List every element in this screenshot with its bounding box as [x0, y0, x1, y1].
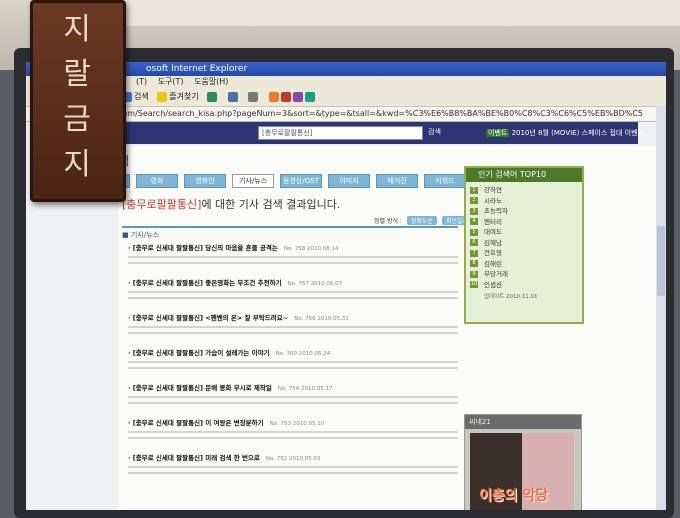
category-label: ■ 기사/뉴스: [122, 226, 458, 240]
ad-header: 씨네21: [465, 415, 581, 429]
article-snippet: [128, 255, 458, 267]
panel-title: 인기 검색어 TOP10: [466, 168, 582, 182]
article-snippet: [128, 430, 458, 442]
favorites-toolbar-button[interactable]: 즐겨찾기: [157, 88, 199, 106]
ranking-item[interactable]: 2 시라노: [470, 196, 578, 207]
page-content: 색 영화 영화인 기사/뉴스 동영상/OST 이미지 매거진 키워드 [충무로팔…: [88, 146, 666, 510]
ranking-item[interactable]: 7 건호영: [470, 248, 578, 259]
list-item[interactable]: · [충무로 신세대 팔팔통신] 가슴이 설레가는 이야기 No. 760 201…: [128, 347, 458, 382]
list-item[interactable]: · [충무로 신세대 팔팔통신] 좋은영화는 무조건 추천하기 No. 757 2…: [128, 277, 458, 312]
window-title: osoft Internet Explorer: [146, 64, 248, 74]
movie-ad[interactable]: 씨네21 이층의 악당: [464, 414, 582, 510]
list-item[interactable]: · [충무로 신세대 팔팔통신] 문배 봉화 무시로 제작일 No. 754 20…: [128, 382, 458, 417]
wooden-sign: 지 랄 금 지: [30, 0, 126, 202]
result-heading: [충무로팔팔통신]에 대한 기사 검색 결과입니다.: [122, 198, 341, 211]
ranking-item[interactable]: 10 인셉션: [470, 280, 578, 291]
address-url[interactable]: com/Search/search_kisa.php?pageNum=3&sor…: [118, 109, 643, 118]
ranking-item[interactable]: 9 부당거래: [470, 269, 578, 280]
menu-item[interactable]: (T): [136, 77, 147, 86]
tab-magazine[interactable]: 매거진: [376, 174, 418, 188]
tab-movie[interactable]: 영화: [136, 174, 178, 188]
menu-item[interactable]: 도움말(H): [194, 77, 228, 86]
ranking-item[interactable]: 4 엔터리: [470, 217, 578, 228]
event-badge: 이벤트: [486, 129, 510, 137]
article-list: · [충무로 신세대 팔팔통신] 당신의 마음을 흔들 공격는 No. 758 2…: [128, 242, 458, 487]
article-snippet: [128, 360, 458, 372]
sort-accuracy-button[interactable]: 정확도순: [406, 216, 437, 225]
page-scrollbar[interactable]: [656, 106, 666, 510]
site-header: [충무로팔팔통신] 검색 이벤트 2010년 8월 (MOVIE) 스페이스 접…: [118, 122, 644, 144]
mail-icon[interactable]: [227, 88, 240, 106]
print-icon[interactable]: [248, 88, 260, 106]
menu-item[interactable]: 도구(T): [158, 77, 184, 86]
tab-image[interactable]: 이미지: [328, 174, 370, 188]
ranking-item[interactable]: 1 강하연: [470, 185, 578, 196]
site-search-input[interactable]: [충무로팔팔통신]: [258, 126, 423, 140]
category-tabs: 영화 영화인 기사/뉴스 동영상/OST 이미지 매거진 키워드: [88, 174, 466, 188]
tab-keyword[interactable]: 키워드: [424, 174, 466, 188]
background-ceiling: [110, 0, 680, 26]
tab-video[interactable]: 동영상/OST: [280, 174, 322, 188]
history-icon[interactable]: [207, 88, 219, 106]
article-snippet: [128, 465, 458, 477]
result-keyword[interactable]: [충무로팔팔통신]: [122, 198, 201, 211]
sort-options: 정렬 방식 : 정확도순 최신일자순: [374, 216, 478, 225]
list-item[interactable]: · [충무로 신세대 팔팔통신] 이 여왕은 변장분하기 No. 753 2010…: [128, 417, 458, 452]
ranking-item[interactable]: 8 김해린: [470, 259, 578, 270]
poster-title: 이층의 악당: [479, 488, 549, 504]
site-search-button[interactable]: 검색: [428, 127, 441, 137]
tab-news[interactable]: 기사/뉴스: [232, 174, 274, 188]
ranking-item[interactable]: 5 대여도: [470, 227, 578, 238]
article-snippet: [128, 395, 458, 407]
ranking-item[interactable]: 3 초능력자: [470, 206, 578, 217]
sign-text: 지 랄 금 지: [63, 12, 91, 182]
star-icon: [157, 91, 168, 102]
article-snippet: [128, 325, 458, 337]
list-item[interactable]: · [충무로 신세대 팔팔통신] 미래 검색 한 번으로 No. 752 2010…: [128, 452, 458, 487]
ranking-item[interactable]: 6 김혜남: [470, 238, 578, 249]
list-item[interactable]: · [충무로 신세대 팔팔통신] 당신의 마음을 흔들 공격는 No. 758 2…: [128, 242, 458, 277]
plugin-icon[interactable]: [268, 88, 317, 106]
list-item[interactable]: · [충무로 신세대 팔팔통신] <펜벤의 온> 잘 부탁드려요~ No. 756…: [128, 312, 458, 347]
article-snippet: [128, 290, 458, 302]
search-toolbar-button[interactable]: 검색: [122, 88, 149, 106]
ranking-updated: 업데이트 2010.11.01: [484, 294, 538, 300]
event-banner[interactable]: 이벤트 2010년 8월 (MOVIE) 스페이스 접대 이벤트: [486, 128, 644, 138]
scrollbar-thumb[interactable]: [657, 226, 665, 296]
tab-person[interactable]: 영화인: [184, 174, 226, 188]
popular-search-panel: 인기 검색어 TOP10 1 강하연 2 시라노 3 초능력자 4 엔터리 5 대여도 6…: [464, 166, 584, 324]
